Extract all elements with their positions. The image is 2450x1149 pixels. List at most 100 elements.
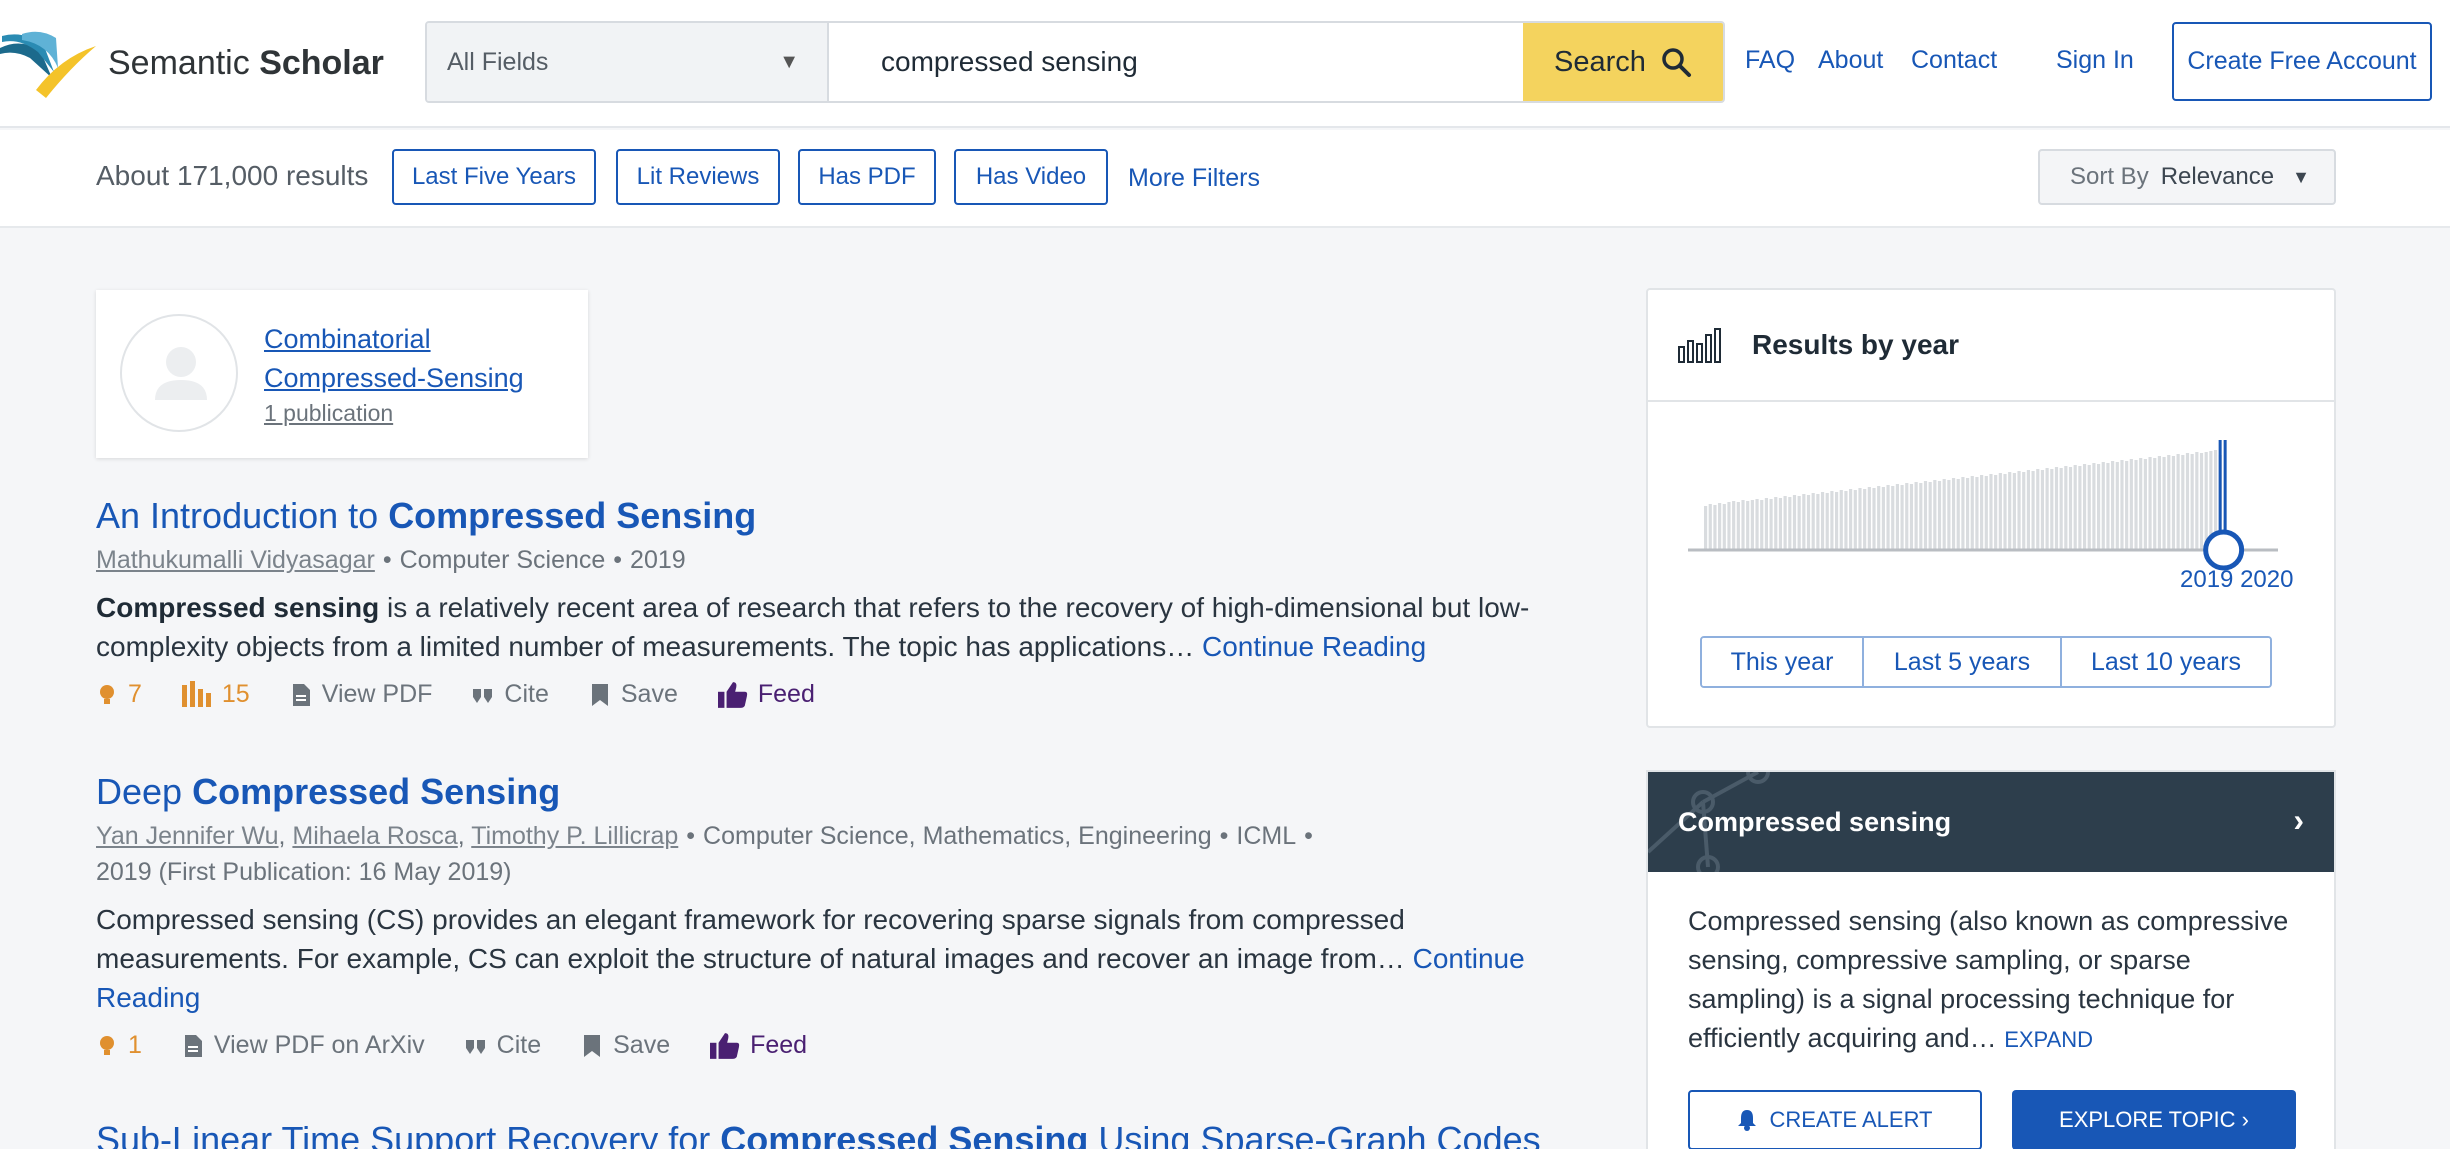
- year-histogram[interactable]: [1688, 440, 2288, 580]
- author-link[interactable]: Yan Jennifer Wu: [96, 822, 279, 850]
- field-select-dropdown[interactable]: All Fields ▼: [427, 23, 829, 101]
- year-bar: [1792, 495, 1797, 550]
- filter-lit-reviews[interactable]: Lit Reviews: [616, 149, 780, 205]
- year-bar: [1722, 504, 1726, 550]
- year-bar: [2120, 460, 2124, 550]
- year-bar: [2040, 470, 2045, 550]
- year-bar: [2181, 455, 2185, 550]
- range-last-10-years[interactable]: Last 10 years: [2060, 638, 2270, 686]
- filter-has-video[interactable]: Has Video: [954, 149, 1108, 205]
- year-range-labels: 2019 2020: [2180, 566, 2293, 594]
- year-bar: [1863, 489, 1867, 550]
- year-bar: [1769, 499, 1773, 550]
- title-highlight: Compressed Sensing: [192, 771, 561, 812]
- explore-topic-button[interactable]: EXPLORE TOPIC ›: [2012, 1090, 2296, 1149]
- result-title-link[interactable]: Deep Compressed Sensing: [96, 771, 560, 812]
- create-account-button[interactable]: Create Free Account: [2172, 22, 2432, 101]
- range-last-5-years[interactable]: Last 5 years: [1862, 638, 2060, 686]
- year-bar: [2204, 452, 2208, 550]
- year-bar: [2059, 468, 2063, 550]
- create-alert-label: CREATE ALERT: [1769, 1107, 1933, 1132]
- topic-header[interactable]: Compressed sensing ›: [1648, 772, 2334, 872]
- continue-reading-link[interactable]: Continue Reading: [1202, 631, 1426, 662]
- sort-label: Sort By: [2070, 163, 2149, 190]
- create-alert-button[interactable]: CREATE ALERT: [1688, 1090, 1982, 1149]
- influential-citations[interactable]: 1: [96, 1031, 142, 1060]
- year-bar: [1994, 475, 1998, 550]
- results-by-year-panel: Results by year 2019 2020 This year Last…: [1646, 288, 2336, 728]
- author-link[interactable]: Mihaela Rosca: [292, 822, 457, 850]
- year-bar: [1820, 492, 1825, 550]
- author-publications-link[interactable]: 1 publication: [264, 400, 393, 427]
- year-bar: [1919, 483, 1923, 550]
- chevron-right-icon[interactable]: ›: [2293, 802, 2304, 839]
- year-bar: [1947, 480, 1951, 550]
- sort-value: Relevance: [2160, 151, 2275, 203]
- filter-has-pdf[interactable]: Has PDF: [798, 149, 936, 205]
- search-result: Deep Compressed Sensing Yan Jennifer Wu,…: [96, 770, 1556, 1060]
- year-bar: [2012, 473, 2016, 550]
- search-query-text: compressed sensing: [881, 46, 1138, 77]
- author-name-link[interactable]: Combinatorial Compressed-Sensing: [264, 320, 574, 398]
- year-bar: [2171, 456, 2176, 550]
- year-bar: [2134, 460, 2138, 550]
- view-pdf-button[interactable]: View PDF on ArXiv: [182, 1031, 425, 1060]
- year-bar: [1867, 487, 1871, 550]
- semantic-scholar-logo[interactable]: Semantic Scholar: [0, 28, 384, 98]
- search-button[interactable]: Search: [1523, 23, 1723, 101]
- sign-in-link[interactable]: Sign In: [2056, 46, 2134, 75]
- filter-last-five-years[interactable]: Last Five Years: [392, 149, 596, 205]
- year-bar: [2022, 472, 2026, 550]
- sort-dropdown[interactable]: Sort By Relevance ▼: [2038, 149, 2336, 205]
- title-text: Deep: [96, 771, 193, 812]
- author-link[interactable]: Timothy P. Lillicrap: [471, 822, 678, 850]
- cite-button[interactable]: Cite: [465, 1031, 541, 1060]
- bar-chart-icon: [181, 680, 211, 707]
- save-button[interactable]: Save: [581, 1031, 670, 1060]
- year-bar: [1980, 475, 1984, 550]
- search-button-label: Search: [1554, 45, 1646, 78]
- nav-about-link[interactable]: About: [1818, 46, 1883, 75]
- view-pdf-button[interactable]: View PDF: [290, 680, 432, 709]
- nav-contact-link[interactable]: Contact: [1911, 46, 1997, 75]
- year-bar: [1923, 481, 1928, 550]
- year-bar: [2157, 456, 2161, 550]
- nav-faq-link[interactable]: FAQ: [1745, 46, 1795, 75]
- cite-button[interactable]: Cite: [472, 680, 549, 709]
- author-link[interactable]: Mathukumalli Vidyasagar: [96, 546, 375, 574]
- expand-link[interactable]: EXPAND: [2004, 1027, 2093, 1052]
- result-abstract: Compressed sensing (CS) provides an eleg…: [96, 900, 1556, 1017]
- year-bar: [1755, 499, 1759, 550]
- year-bar: [1788, 497, 1792, 550]
- venue: ICML: [1236, 822, 1297, 850]
- year-bar: [2097, 464, 2101, 550]
- save-button[interactable]: Save: [589, 680, 678, 709]
- year-end-label: 2020: [2240, 566, 2294, 593]
- year-bar: [1806, 495, 1811, 550]
- year-bar: [2190, 454, 2194, 550]
- save-label: Save: [620, 680, 678, 708]
- year-bar: [1718, 503, 1722, 550]
- year-slider-handle[interactable]: [2203, 529, 2245, 571]
- search-input[interactable]: compressed sensing: [829, 23, 1523, 101]
- year-bar: [1802, 494, 1806, 550]
- logo-mark-icon: [0, 31, 96, 98]
- year-bar: [1989, 474, 1993, 550]
- result-title-link[interactable]: An Introduction to Compressed Sensing: [96, 495, 756, 536]
- avatar[interactable]: [120, 314, 238, 432]
- year-bar: [1895, 484, 1899, 550]
- result-title-link[interactable]: Sub-Linear Time Support Recovery for Com…: [96, 1119, 1541, 1149]
- citation-count[interactable]: 15: [181, 680, 250, 709]
- year-bar: [1750, 500, 1754, 550]
- year-bar: [1881, 487, 1885, 550]
- year-bar: [1909, 484, 1914, 550]
- year-bar: [1928, 482, 1932, 550]
- separator-dot: •: [382, 546, 392, 574]
- influential-citations[interactable]: 7: [96, 680, 142, 709]
- feed-button[interactable]: Feed: [717, 680, 815, 709]
- feed-button[interactable]: Feed: [710, 1031, 807, 1060]
- year-bar: [1961, 477, 1965, 550]
- range-this-year[interactable]: This year: [1702, 638, 1862, 686]
- more-filters-link[interactable]: More Filters: [1128, 164, 1260, 193]
- year-bar: [1760, 500, 1764, 550]
